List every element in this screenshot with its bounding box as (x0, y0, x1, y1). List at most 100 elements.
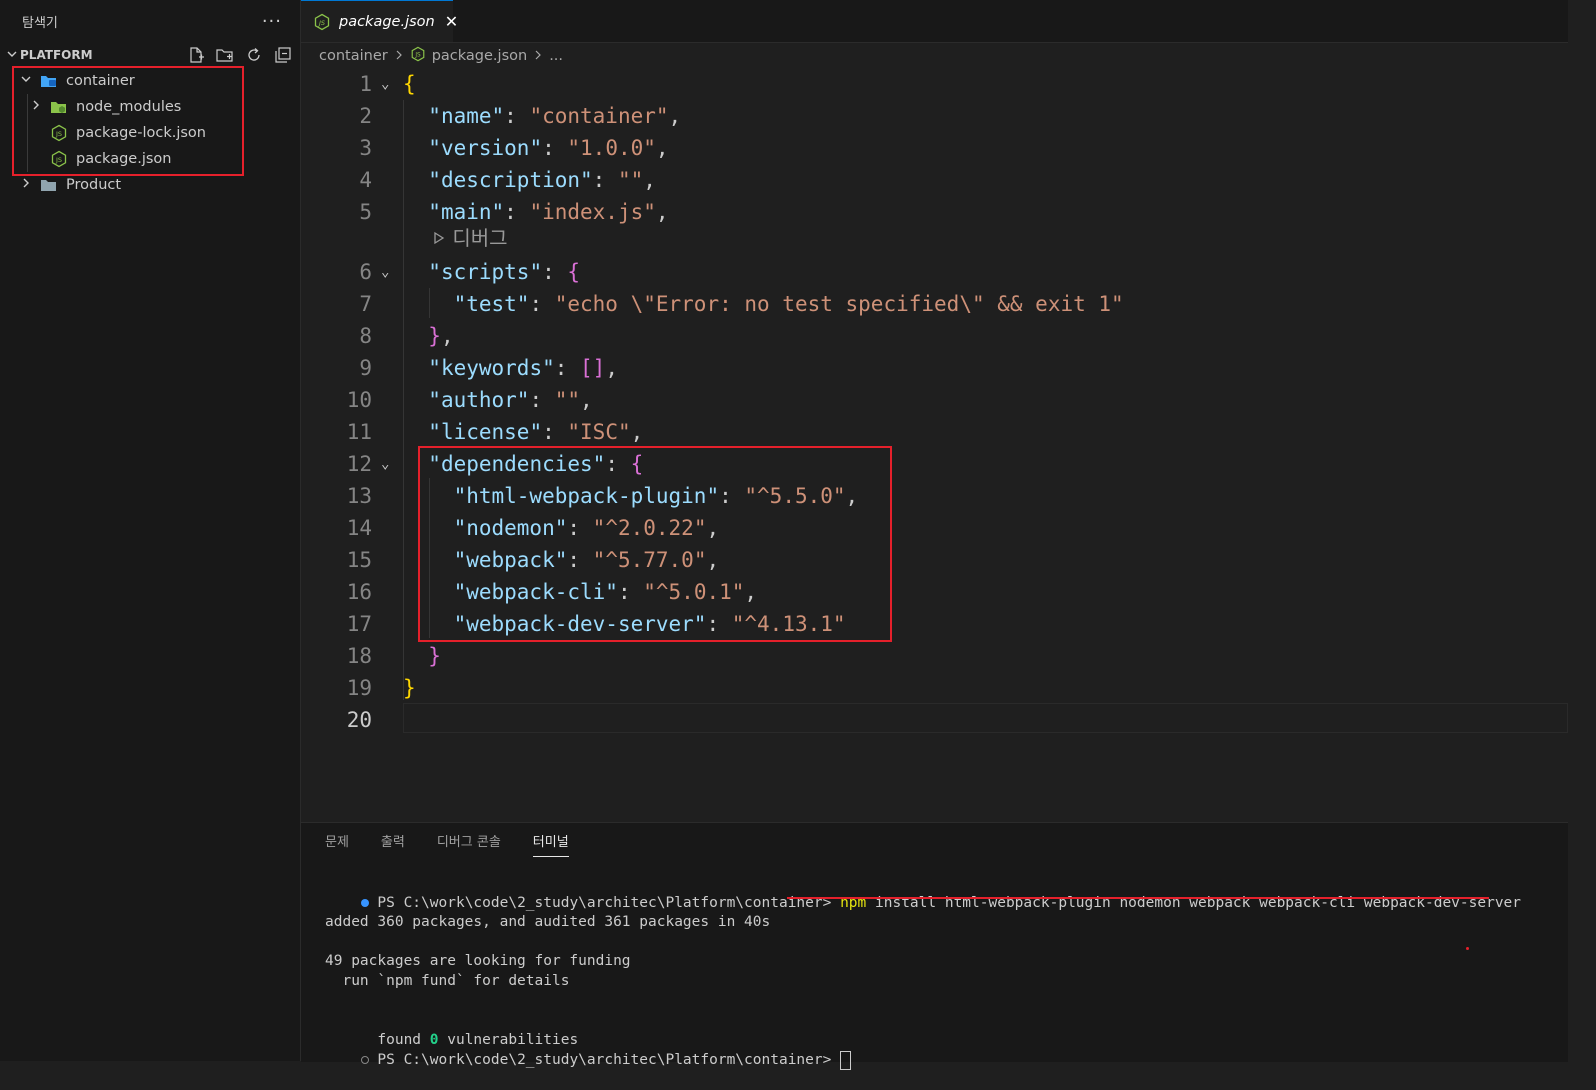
tree-item-package-lock-json[interactable]: JS package-lock.json (0, 120, 300, 146)
tree-item-label: Product (66, 177, 122, 193)
tree-item-label: container (66, 73, 135, 89)
chevron-down-icon (4, 48, 20, 63)
fold-chevron-icon[interactable]: ⌄ (381, 68, 389, 100)
new-file-icon[interactable] (187, 46, 205, 64)
line-number: 8 (359, 324, 372, 348)
nodejs-file-icon: JS (50, 150, 68, 168)
chevron-down-icon (18, 73, 34, 89)
code-line: 16 "webpack-cli": "^5.0.1", (301, 576, 1568, 608)
code-line: 6 ⌄ "scripts": { (301, 256, 1568, 288)
code-line: 14 "nodemon": "^2.0.22", (301, 512, 1568, 544)
nodejs-file-icon: JS (410, 46, 426, 66)
command-idle-icon (361, 1056, 370, 1064)
line-number: 16 (346, 580, 372, 604)
tab-output[interactable]: 출력 (381, 831, 405, 857)
tree-indent-guide (27, 94, 28, 172)
breadcrumb-item[interactable]: container (319, 48, 388, 64)
line-number: 18 (346, 644, 372, 668)
chevron-right-icon (28, 99, 44, 115)
workspace-name: PLATFORM (20, 48, 93, 62)
code-line: 18 } (301, 640, 1568, 672)
line-number: 12 (346, 452, 372, 476)
code-line: 13 "html-webpack-plugin": "^5.5.0", (301, 480, 1568, 512)
tree-item-label: node_modules (76, 99, 182, 115)
collapse-all-icon[interactable] (274, 46, 292, 64)
tree-item-package-json[interactable]: JS package.json (0, 146, 300, 172)
code-line: 17 "webpack-dev-server": "^4.13.1" (301, 608, 1568, 640)
terminal-line: 49 packages are looking for funding (325, 953, 631, 969)
folder-node-icon (50, 98, 68, 116)
code-line: 4 "description": "", (301, 164, 1568, 196)
nodejs-file-icon: JS (313, 13, 331, 31)
terminal-prompt: PS C:\work\code\2_study\architec\Platfor… (377, 1052, 841, 1068)
code-line: 20 (301, 704, 1568, 736)
highlight-underline-command (787, 897, 1489, 899)
line-number: 7 (359, 292, 372, 316)
line-number: 20 (346, 708, 372, 732)
red-dot-mark (1466, 947, 1469, 950)
tree-item-container[interactable]: container (0, 68, 300, 94)
line-number: 5 (359, 200, 372, 224)
terminal-line: added 360 packages, and audited 361 pack… (325, 914, 771, 930)
line-number: 19 (346, 676, 372, 700)
code-line: 1 ⌄ { (301, 68, 1568, 100)
tree-item-label: package.json (76, 151, 172, 167)
tree-item-product[interactable]: Product (0, 172, 300, 198)
folder-icon (40, 176, 58, 194)
line-number: 6 (359, 260, 372, 284)
explorer-sidebar: 탐색기 ··· PLATFORM container node_modules … (0, 0, 301, 1061)
fold-chevron-icon[interactable]: ⌄ (381, 256, 389, 288)
nodejs-file-icon: JS (50, 124, 68, 142)
bottom-panel: 문제 출력 디버그 콘솔 터미널 PS C:\work\code\2_study… (301, 822, 1568, 1070)
breadcrumb-item[interactable]: package.json (432, 48, 527, 64)
code-line: 15 "webpack": "^5.77.0", (301, 544, 1568, 576)
tab-problems[interactable]: 문제 (325, 831, 349, 857)
fold-chevron-icon[interactable]: ⌄ (381, 448, 389, 480)
code-line: 12 ⌄ "dependencies": { (301, 448, 1568, 480)
workspace-section-header[interactable]: PLATFORM (0, 42, 300, 68)
line-number: 11 (346, 420, 372, 444)
refresh-icon[interactable] (245, 46, 263, 64)
code-line: 8 }, (301, 320, 1568, 352)
debug-codelens[interactable]: 디버그 (432, 224, 508, 252)
line-number: 9 (359, 356, 372, 380)
line-number: 1 (359, 72, 372, 96)
line-number: 2 (359, 104, 372, 128)
tab-debug-console[interactable]: 디버그 콘솔 (437, 831, 501, 857)
line-number: 15 (346, 548, 372, 572)
codelens-label: 디버그 (452, 226, 508, 250)
code-line: 9 "keywords": [], (301, 352, 1568, 384)
chevron-right-icon (533, 48, 543, 64)
tab-package-json[interactable]: JS package.json ✕ (301, 0, 458, 42)
command-success-icon (361, 899, 370, 907)
chevron-right-icon (18, 177, 34, 193)
svg-text:JS: JS (317, 19, 325, 27)
explorer-title: 탐색기 (22, 15, 58, 31)
terminal-line: run `npm fund` for details (325, 973, 570, 989)
code-line: 3 "version": "1.0.0", (301, 132, 1568, 164)
tree-item-node-modules[interactable]: node_modules (0, 94, 300, 120)
code-line: 11 "license": "ISC", (301, 416, 1568, 448)
editor-tab-bar: JS package.json ✕ (301, 0, 1568, 43)
svg-text:JS: JS (414, 53, 421, 59)
code-line: 7 "test": "echo \"Error: no test specifi… (301, 288, 1568, 320)
line-number: 13 (346, 484, 372, 508)
tab-label: package.json (339, 13, 435, 30)
close-icon[interactable]: ✕ (445, 12, 458, 31)
code-line: 19 } (301, 672, 1568, 704)
breadcrumb: container JS package.json ... (319, 45, 563, 67)
breadcrumb-item[interactable]: ... (549, 48, 563, 64)
panel-tabs: 문제 출력 디버그 콘솔 터미널 (325, 831, 569, 857)
chevron-right-icon (394, 48, 404, 64)
more-actions-button[interactable]: ··· (262, 11, 282, 32)
tab-terminal[interactable]: 터미널 (532, 831, 569, 857)
folder-open-icon (40, 72, 58, 90)
explorer-header: 탐색기 ··· (0, 0, 300, 42)
code-line: 10 "author": "", (301, 384, 1568, 416)
play-icon (432, 226, 452, 250)
line-number: 3 (359, 136, 372, 160)
line-number: 4 (359, 168, 372, 192)
new-folder-icon[interactable] (216, 46, 234, 64)
line-number: 10 (346, 388, 372, 412)
svg-text:JS: JS (55, 130, 62, 138)
